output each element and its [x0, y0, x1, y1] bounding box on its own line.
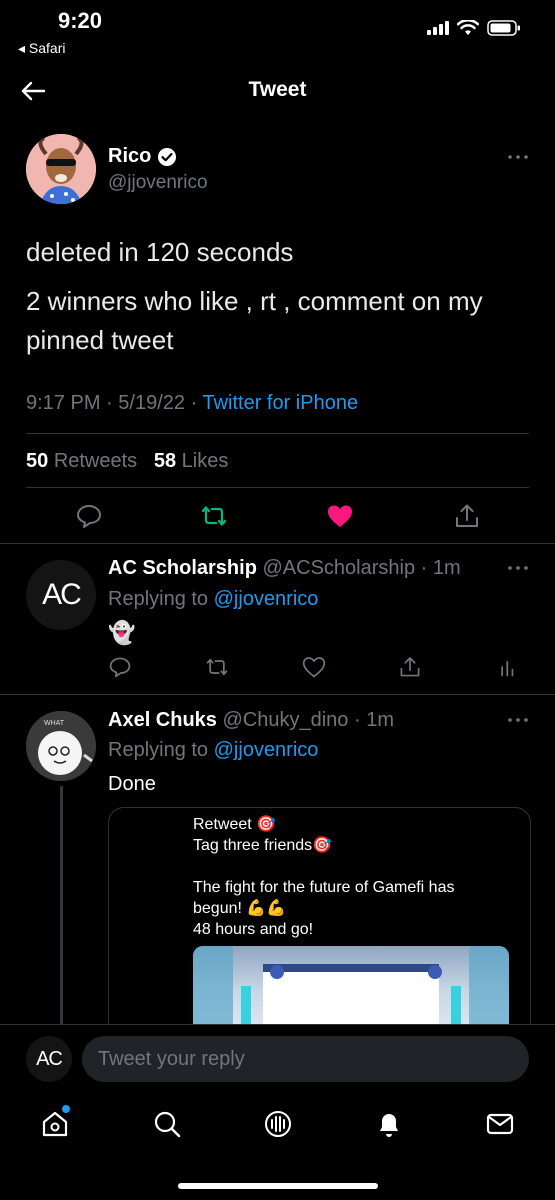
- reply-author-handle[interactable]: @Chuky_dino: [223, 709, 349, 731]
- my-avatar[interactable]: AC: [26, 1036, 72, 1082]
- likes-count[interactable]: 58: [154, 450, 176, 472]
- reply-author-name[interactable]: AC Scholarship: [108, 557, 257, 579]
- reply-icon[interactable]: [108, 655, 132, 679]
- quoted-line: begun! 💪💪: [193, 900, 287, 917]
- reply-icon[interactable]: [75, 502, 103, 530]
- share-icon[interactable]: [398, 655, 422, 679]
- quoted-text: Retweet 🎯 Tag three friends🎯 The fight f…: [193, 814, 454, 940]
- reply-avatar-ac[interactable]: AC: [26, 560, 96, 630]
- quoted-line: Tag three friends🎯: [193, 837, 333, 854]
- replying-to-handle[interactable]: @jjovenrico: [214, 588, 319, 610]
- home-icon: [42, 1111, 68, 1137]
- tweet-meta: 9:17 PM · 5/19/22 · Twitter for iPhone: [26, 392, 358, 415]
- tweet-text-line-2: 2 winners who like , rt , comment on my: [26, 286, 483, 316]
- more-options-icon[interactable]: [506, 152, 530, 162]
- share-icon[interactable]: [453, 502, 481, 530]
- reply-header: Axel Chuks @Chuky_dino · 1m: [108, 709, 394, 732]
- quoted-line: The fight for the future of Gamefi has: [193, 879, 455, 896]
- back-to-safari[interactable]: ◂ Safari: [18, 40, 66, 57]
- verified-icon: [158, 147, 177, 166]
- avatar-text: WHAT: [44, 720, 65, 727]
- reply-body: Done: [108, 773, 156, 795]
- reply-input[interactable]: [82, 1036, 529, 1082]
- avatar-text: AC: [42, 578, 82, 611]
- like-icon[interactable]: [326, 502, 354, 530]
- messages-icon[interactable]: [485, 1109, 515, 1139]
- page-title: Tweet: [248, 78, 307, 101]
- meta-separator: ·: [190, 392, 198, 414]
- goat-avatar-icon: [26, 134, 96, 204]
- tweet-date: 5/19/22: [118, 392, 186, 414]
- author-name-text: Rico: [108, 145, 152, 167]
- divider: [26, 433, 529, 434]
- divider: [26, 487, 529, 488]
- tweet-text-line-1: deleted in 120 seconds: [26, 237, 294, 267]
- likes-label[interactable]: Likes: [182, 450, 229, 472]
- status-time: 9:20: [58, 8, 103, 33]
- replying-to: Replying to @jjovenrico: [108, 588, 318, 611]
- more-options-icon[interactable]: [506, 563, 530, 573]
- thread-line: [60, 786, 63, 1026]
- tweet-time: 9:17 PM: [26, 392, 101, 414]
- quoted-tweet-card[interactable]: Retweet 🎯 Tag three friends🎯 The fight f…: [108, 807, 531, 1049]
- reply-time: · 1m: [354, 709, 394, 731]
- retweet-icon[interactable]: [200, 502, 228, 530]
- quoted-line: Retweet 🎯: [193, 816, 277, 833]
- tweet-text-line-3: pinned tweet: [26, 325, 174, 355]
- like-icon[interactable]: [302, 655, 326, 679]
- reply-author-handle[interactable]: @ACScholarship: [262, 557, 415, 579]
- status-icons: [427, 20, 521, 36]
- new-content-dot: [62, 1105, 70, 1113]
- author-handle[interactable]: @jjovenrico: [108, 172, 208, 194]
- tweet-stats: 50 Retweets 58 Likes: [26, 450, 228, 473]
- author-name[interactable]: Rico: [108, 145, 177, 168]
- reply-time: · 1m: [420, 557, 461, 579]
- reply-body: 👻: [108, 620, 136, 645]
- retweet-icon[interactable]: [205, 655, 229, 679]
- replying-prefix: Replying to: [108, 588, 209, 610]
- reply-author-name[interactable]: Axel Chuks: [108, 709, 217, 731]
- reply-avatar-axel[interactable]: WHAT: [26, 711, 96, 781]
- reply-header: AC Scholarship @ACScholarship · 1m: [108, 557, 461, 580]
- battery-icon: [487, 20, 520, 36]
- home-indicator[interactable]: [178, 1183, 378, 1189]
- divider: [0, 543, 555, 544]
- wifi-icon: [457, 20, 479, 35]
- replying-prefix: Replying to: [108, 739, 209, 761]
- author-avatar[interactable]: [26, 134, 96, 204]
- retweets-label[interactable]: Retweets: [54, 450, 137, 472]
- retweets-count[interactable]: 50: [26, 450, 48, 472]
- quoted-line: 48 hours and go!: [193, 921, 314, 938]
- meta-separator: ·: [106, 392, 113, 414]
- spaces-icon[interactable]: [263, 1109, 293, 1139]
- search-icon[interactable]: [152, 1109, 182, 1139]
- replying-to-handle[interactable]: @jjovenrico: [214, 739, 319, 761]
- cartoon-avatar-icon: WHAT: [26, 711, 96, 781]
- signal-icon: [427, 21, 449, 35]
- more-options-icon[interactable]: [506, 715, 530, 725]
- replying-to: Replying to @jjovenrico: [108, 739, 318, 762]
- analytics-icon[interactable]: [497, 655, 521, 679]
- divider: [0, 694, 555, 695]
- tab-home[interactable]: [40, 1105, 76, 1142]
- tweet-source[interactable]: Twitter for iPhone: [202, 392, 358, 414]
- notifications-icon[interactable]: [374, 1109, 404, 1139]
